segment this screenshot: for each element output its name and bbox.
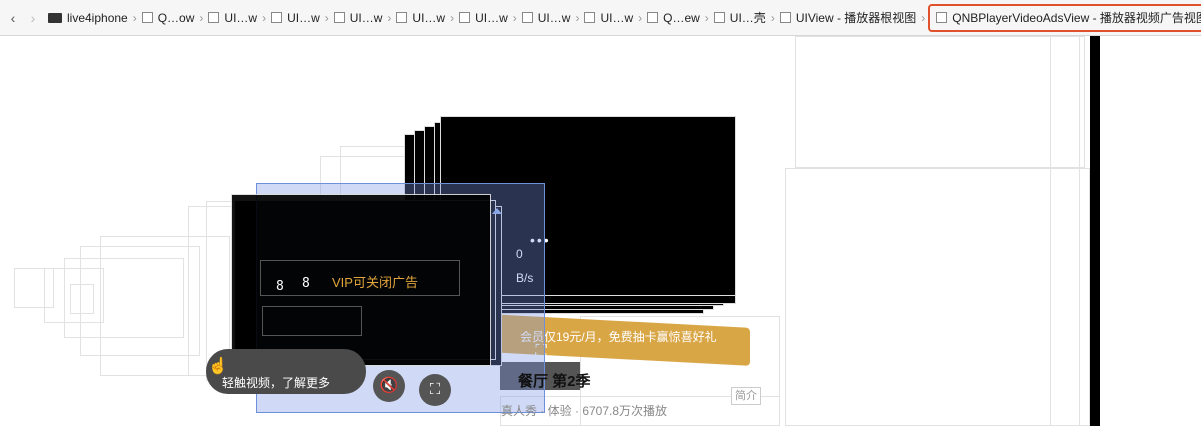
- breadcrumb-item-label: QNBPlayerVideoAdsView - 播放器视频广告视图: [952, 11, 1201, 25]
- view-outline[interactable]: [1050, 36, 1080, 426]
- breadcrumb-item-label: Q…ew: [663, 10, 700, 25]
- view-icon: [584, 12, 596, 23]
- breadcrumb-item[interactable]: UI…w: [269, 7, 322, 29]
- countdown-digit: 8: [302, 276, 310, 291]
- view-icon: [779, 12, 791, 23]
- breadcrumb-item-label: UI…壳: [729, 11, 766, 25]
- breadcrumb-item-label: UI…w: [224, 10, 258, 25]
- breadcrumb-separator: ›: [262, 10, 267, 25]
- breadcrumb-item-selected[interactable]: QNBPlayerVideoAdsView - 播放器视频广告视图: [928, 3, 1201, 32]
- view-hierarchy-canvas[interactable]: ••• 0 B/s 会员仅19元/月，免费抽卡赢惊喜好礼 ⛶ 8 8 VIP可关…: [0, 36, 1201, 426]
- view-icon: [936, 12, 948, 23]
- breadcrumb-item[interactable]: Q…ew: [645, 7, 702, 29]
- chevron-right-icon[interactable]: ›: [26, 11, 40, 25]
- view-icon: [333, 12, 345, 23]
- breadcrumb-item[interactable]: UI…w: [206, 7, 259, 29]
- view-outline[interactable]: [14, 268, 54, 308]
- breadcrumb-separator: ›: [704, 10, 709, 25]
- touch-to-learn-label: 轻触视频，了解更多: [222, 376, 331, 390]
- breadcrumb-item-label: UI…w: [600, 10, 634, 25]
- view-outline[interactable]: [70, 284, 94, 314]
- view-icon: [713, 12, 725, 23]
- breadcrumb-item[interactable]: UI…w: [332, 7, 385, 29]
- breadcrumb-separator: ›: [638, 10, 643, 25]
- breadcrumb-separator: ›: [199, 10, 204, 25]
- breadcrumb-separator: ›: [770, 10, 775, 25]
- breadcrumb-item[interactable]: UI…w: [582, 7, 635, 29]
- breadcrumb: ‹ › live4iphone › Q…ow › UI…w › UI…w › U…: [0, 0, 1201, 36]
- view-icon: [647, 12, 659, 23]
- breadcrumb-item[interactable]: UI…w: [394, 7, 447, 29]
- breadcrumb-item-label: live4iphone: [67, 10, 128, 25]
- view-icon: [396, 12, 408, 23]
- view-icon: [141, 12, 153, 23]
- breadcrumb-separator: ›: [575, 10, 580, 25]
- breadcrumb-item[interactable]: Q…ow: [140, 7, 197, 29]
- countdown-digit: 8: [276, 279, 284, 294]
- view-divider: [1090, 36, 1100, 426]
- view-icon: [459, 12, 471, 23]
- navigation-buttons: ‹ ›: [6, 11, 40, 25]
- breadcrumb-separator: ›: [324, 10, 329, 25]
- breadcrumb-item-label: Q…ow: [157, 10, 195, 25]
- view-outline[interactable]: [795, 36, 1085, 168]
- breadcrumb-item-device[interactable]: live4iphone: [46, 7, 130, 29]
- breadcrumb-item-label: UI…w: [537, 10, 571, 25]
- intro-button[interactable]: 简介: [731, 387, 761, 405]
- breadcrumb-separator: ›: [387, 10, 392, 25]
- breadcrumb-item-label: UIView - 播放器根视图: [795, 11, 917, 25]
- breadcrumb-item-root-view[interactable]: UIView - 播放器根视图: [778, 7, 918, 29]
- view-icon: [271, 12, 283, 23]
- breadcrumb-item[interactable]: UI…壳: [712, 7, 768, 29]
- breadcrumb-item[interactable]: UI…w: [520, 7, 573, 29]
- device-icon: [48, 12, 62, 23]
- view-icon: [208, 12, 220, 23]
- show-title: 餐厅 第2季: [518, 373, 591, 390]
- breadcrumb-separator: ›: [512, 10, 517, 25]
- breadcrumb-separator: ›: [450, 10, 455, 25]
- breadcrumb-separator: ›: [132, 10, 137, 25]
- vip-close-ad-label[interactable]: VIP可关闭广告: [332, 272, 418, 291]
- view-outline[interactable]: [262, 306, 362, 336]
- breadcrumb-item-label: UI…w: [287, 10, 320, 25]
- arrow-up-icon: [492, 208, 502, 214]
- breadcrumb-item[interactable]: UI…w: [457, 7, 510, 29]
- breadcrumb-separator: ›: [921, 10, 926, 25]
- view-outline[interactable]: [785, 168, 1090, 426]
- fullscreen-icon[interactable]: ⛶: [419, 374, 451, 406]
- show-meta: 真人秀 · 体验 · 6707.8万次播放: [501, 404, 668, 418]
- view-icon: [521, 12, 533, 23]
- mute-icon[interactable]: 🔇: [373, 370, 405, 402]
- breadcrumb-item-label: UI…w: [475, 10, 508, 25]
- breadcrumb-item-label: UI…w: [412, 10, 446, 25]
- breadcrumb-item-label: UI…w: [349, 10, 383, 25]
- chevron-left-icon[interactable]: ‹: [6, 11, 20, 25]
